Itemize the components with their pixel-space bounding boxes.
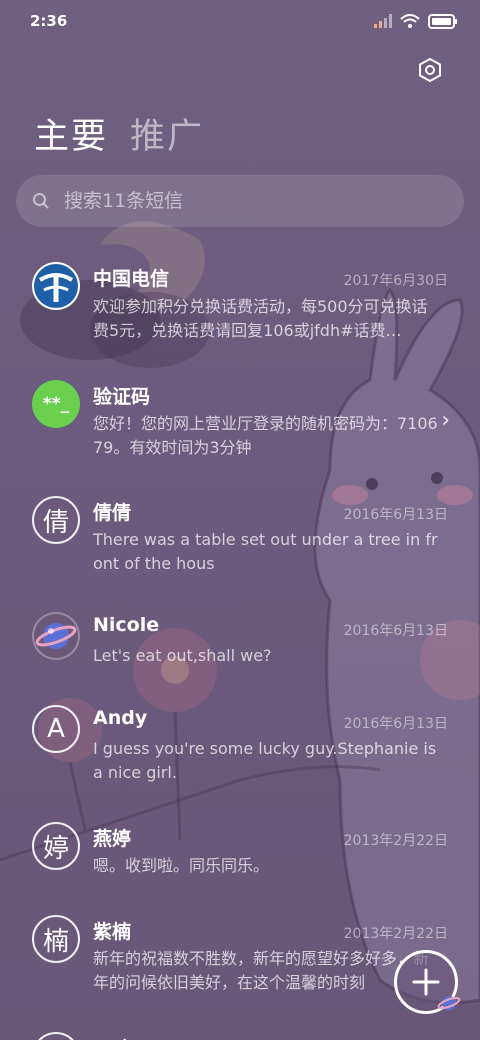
verification-code-avatar: **_ (32, 380, 80, 428)
planet-badge-icon (437, 996, 461, 1010)
message-date: 2013年2月22日 (343, 833, 448, 849)
contact-avatar: 婷 (32, 822, 80, 870)
contact-avatar: 楠 (32, 915, 80, 963)
tab-promo[interactable]: 推广 (130, 108, 204, 159)
new-message-button[interactable] (394, 950, 461, 1014)
message-date: 2016年6月13日 (343, 623, 448, 639)
contact-name: 子玲 (93, 1034, 131, 1040)
message-preview: I guess you're some lucky guy.Stephanie … (93, 739, 437, 782)
status-time: 2:36 (30, 12, 68, 30)
wifi-icon (400, 13, 420, 28)
conversation-item[interactable]: 中国电信 2017年6月30日 欢迎参加积分兑换话费活动，每500分可兑换话费5… (0, 252, 480, 362)
avatar-text: 楠 (42, 926, 69, 957)
search-bar[interactable] (16, 175, 464, 227)
message-date: 2017年6月30日 (343, 273, 448, 289)
contact-name: 燕婷 (93, 828, 132, 850)
hexagon-settings-icon (419, 57, 441, 83)
contact-name: 验证码 (93, 386, 151, 408)
message-preview: 嗯。收到啦。同乐同乐。 (93, 856, 270, 875)
avatar-text: A (47, 714, 65, 744)
contact-name: 中国电信 (93, 268, 170, 290)
conversation-item[interactable]: A Andy 2016年6月13日 I guess you're some lu… (0, 695, 480, 795)
contact-name: Nicole (93, 614, 160, 636)
contact-avatar: A (32, 705, 80, 753)
search-input[interactable] (64, 190, 424, 212)
conversation-item[interactable]: 倩 倩倩 2016年6月13日 There was a table set ou… (0, 486, 480, 586)
signal-icon (374, 14, 392, 28)
avatar-text: **_ (42, 394, 70, 414)
conversation-item[interactable]: 婷 燕婷 2013年2月22日 嗯。收到啦。同乐同乐。 (0, 812, 480, 892)
message-preview: 欢迎参加积分兑换话费活动，每500分可兑换话费5元，兑换话费请回复106或jfd… (93, 297, 428, 340)
settings-button[interactable] (414, 54, 446, 86)
message-preview: There was a table set out under a tree i… (93, 530, 438, 573)
avatar-text: 婷 (42, 833, 69, 864)
search-icon (33, 193, 49, 209)
message-date: 2013年2月22日 (343, 926, 448, 942)
status-icons (374, 13, 458, 29)
message-preview: 新年的祝福数不胜数，新年的愿望好多好多，新年的问候依旧美好，在这个温馨的时刻 (93, 949, 430, 992)
contact-name: Andy (93, 707, 148, 729)
conversation-item[interactable]: Nicole 2016年6月13日 Let's eat out,shall we… (0, 602, 480, 682)
planet-avatar-icon (32, 612, 80, 660)
contact-avatar: 倩 (32, 496, 80, 544)
avatar-text: 倩 (42, 507, 69, 538)
message-date: 2016年6月13日 (343, 507, 448, 523)
contact-name: 紫楠 (93, 921, 132, 943)
tab-main[interactable]: 主要 (34, 108, 108, 159)
contact-avatar (32, 1032, 80, 1040)
message-date: 2016年6月13日 (343, 716, 448, 732)
china-telecom-logo-icon (32, 262, 80, 310)
chevron-right-icon[interactable]: › (441, 408, 450, 433)
conversation-item[interactable]: 子玲 (0, 1022, 480, 1040)
status-bar: 2:36 (0, 0, 480, 42)
battery-icon (428, 13, 457, 29)
message-preview: 您好！您的网上营业厅登录的随机密码为：710679。有效时间为3分钟 (93, 414, 438, 457)
message-preview: Let's eat out,shall we? (93, 646, 272, 665)
contact-name: 倩倩 (93, 502, 132, 524)
conversation-item[interactable]: **_ 验证码 您好！您的网上营业厅登录的随机密码为：710679。有效时间为3… (0, 370, 480, 470)
message-tabs: 主要 推广 (34, 108, 204, 159)
